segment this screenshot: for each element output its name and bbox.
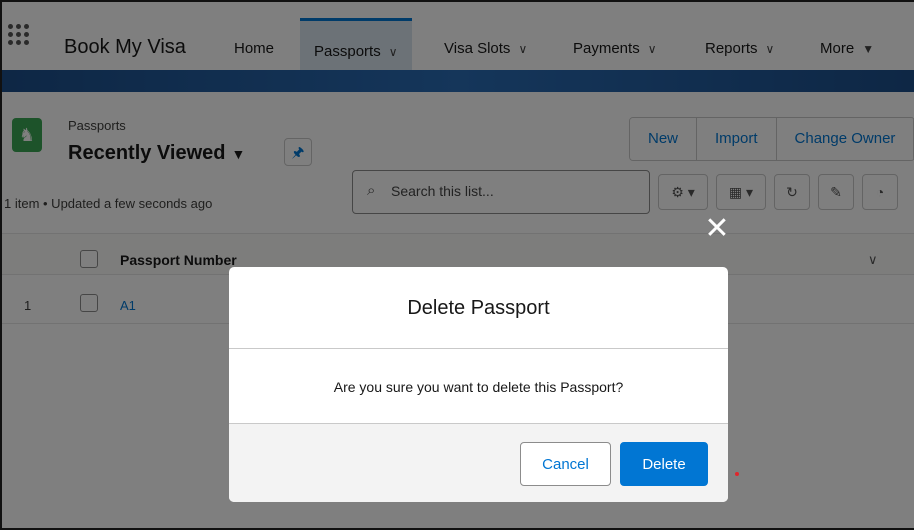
modal-footer: Cancel Delete: [229, 423, 728, 502]
modal-header: Delete Passport: [229, 267, 728, 349]
close-icon[interactable]: ✕: [702, 214, 732, 244]
delete-confirm-dialog: Delete Passport Are you sure you want to…: [229, 267, 728, 502]
modal-message: Are you sure you want to delete this Pas…: [333, 379, 624, 395]
cursor-marker: [735, 472, 739, 476]
modal-title: Delete Passport: [407, 297, 550, 319]
modal-body: Are you sure you want to delete this Pas…: [229, 349, 728, 423]
app-frame: Book My Visa Home Passports∨ Visa Slots∨…: [0, 0, 914, 530]
delete-button[interactable]: Delete: [620, 442, 708, 486]
cancel-button[interactable]: Cancel: [520, 442, 611, 486]
